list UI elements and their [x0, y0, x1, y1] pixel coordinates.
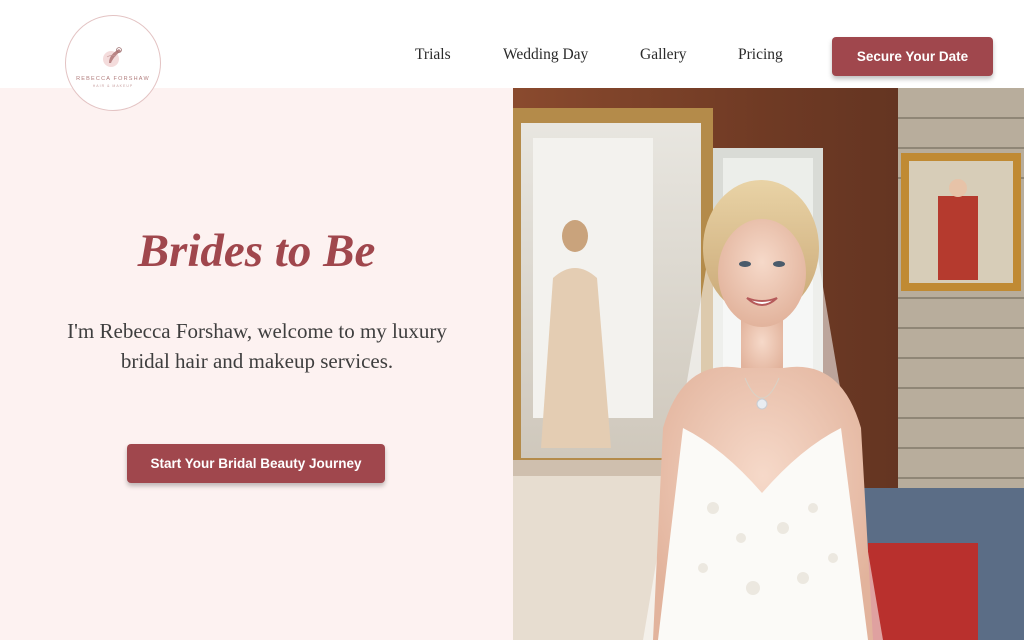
brand-tagline: HAIR & MAKEUP — [92, 84, 134, 88]
hero-panel: Brides to Be I'm Rebecca Forshaw, welcom… — [0, 88, 513, 640]
brand-logo[interactable]: REBECCA FORSHAW HAIR & MAKEUP — [65, 15, 161, 111]
nav-item-wedding-day[interactable]: Wedding Day — [503, 46, 588, 64]
nav-item-gallery[interactable]: Gallery — [640, 46, 686, 64]
secure-your-date-button[interactable]: Secure Your Date — [832, 37, 993, 76]
nav-item-trials[interactable]: Trials — [415, 46, 451, 64]
makeup-brush-icon — [103, 47, 122, 67]
start-journey-button[interactable]: Start Your Bridal Beauty Journey — [127, 444, 385, 483]
brand-name: REBECCA FORSHAW — [76, 76, 150, 82]
hero-title: Brides to Be — [137, 225, 376, 277]
site-header: REBECCA FORSHAW HAIR & MAKEUP Trials Wed… — [0, 0, 1024, 111]
hero-intro-text: I'm Rebecca Forshaw, welcome to my luxur… — [67, 319, 447, 373]
nav-item-pricing[interactable]: Pricing — [738, 46, 783, 64]
hero-bride-photo — [513, 88, 1024, 640]
